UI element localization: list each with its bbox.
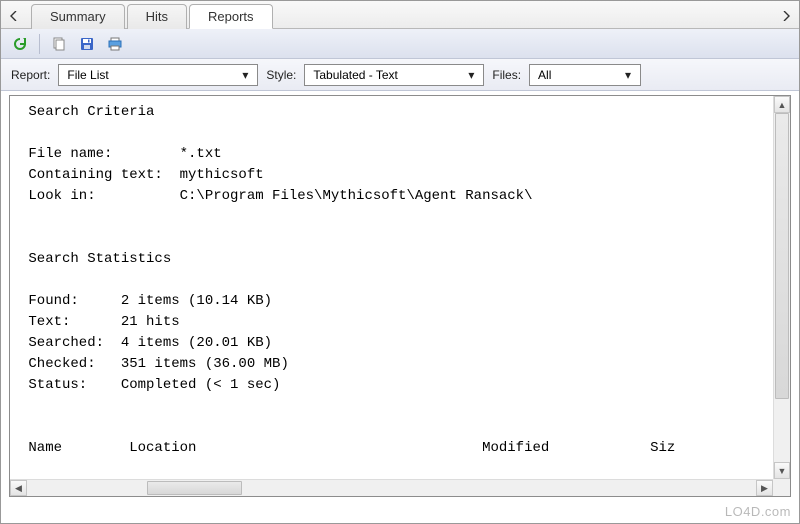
toolbar-separator bbox=[39, 34, 40, 54]
tab-hits[interactable]: Hits bbox=[127, 4, 187, 29]
print-button[interactable] bbox=[104, 33, 126, 55]
save-button[interactable] bbox=[76, 33, 98, 55]
horizontal-scrollbar[interactable]: ◀ ▶ bbox=[10, 479, 773, 496]
horizontal-scroll-track[interactable] bbox=[27, 480, 756, 496]
toolbar bbox=[1, 29, 799, 59]
filter-bar: Report: File List ▾ Style: Tabulated - T… bbox=[1, 59, 799, 91]
chevron-down-icon: ▾ bbox=[620, 68, 636, 82]
refresh-button[interactable] bbox=[9, 33, 31, 55]
chevron-down-icon: ▾ bbox=[237, 68, 253, 82]
vertical-scroll-thumb[interactable] bbox=[775, 113, 789, 399]
report-text: Search Criteria File name: *.txt Contain… bbox=[10, 96, 790, 497]
scroll-right-button[interactable]: ▶ bbox=[756, 480, 773, 496]
horizontal-scroll-thumb[interactable] bbox=[147, 481, 242, 495]
style-dropdown-value: Tabulated - Text bbox=[313, 68, 398, 82]
tab-scroll-right[interactable] bbox=[777, 6, 795, 26]
tabs-bar: Summary Hits Reports bbox=[1, 1, 799, 29]
scroll-corner bbox=[773, 479, 790, 496]
report-dropdown[interactable]: File List ▾ bbox=[58, 64, 258, 86]
tab-scroll-left[interactable] bbox=[5, 6, 23, 26]
style-label: Style: bbox=[266, 68, 296, 82]
style-dropdown[interactable]: Tabulated - Text ▾ bbox=[304, 64, 484, 86]
files-dropdown-value: All bbox=[538, 68, 551, 82]
vertical-scrollbar[interactable]: ▲ ▼ bbox=[773, 96, 790, 479]
scroll-left-button[interactable]: ◀ bbox=[10, 480, 27, 496]
report-label: Report: bbox=[11, 68, 50, 82]
scroll-down-button[interactable]: ▼ bbox=[774, 462, 790, 479]
scroll-up-button[interactable]: ▲ bbox=[774, 96, 790, 113]
tab-reports[interactable]: Reports bbox=[189, 4, 273, 29]
vertical-scroll-track[interactable] bbox=[774, 113, 790, 462]
tab-summary[interactable]: Summary bbox=[31, 4, 125, 29]
watermark: LO4D.com bbox=[725, 504, 791, 519]
chevron-down-icon: ▾ bbox=[463, 68, 479, 82]
files-dropdown[interactable]: All ▾ bbox=[529, 64, 641, 86]
report-dropdown-value: File List bbox=[67, 68, 108, 82]
report-panel: Search Criteria File name: *.txt Contain… bbox=[9, 95, 791, 497]
files-label: Files: bbox=[492, 68, 521, 82]
copy-button[interactable] bbox=[48, 33, 70, 55]
